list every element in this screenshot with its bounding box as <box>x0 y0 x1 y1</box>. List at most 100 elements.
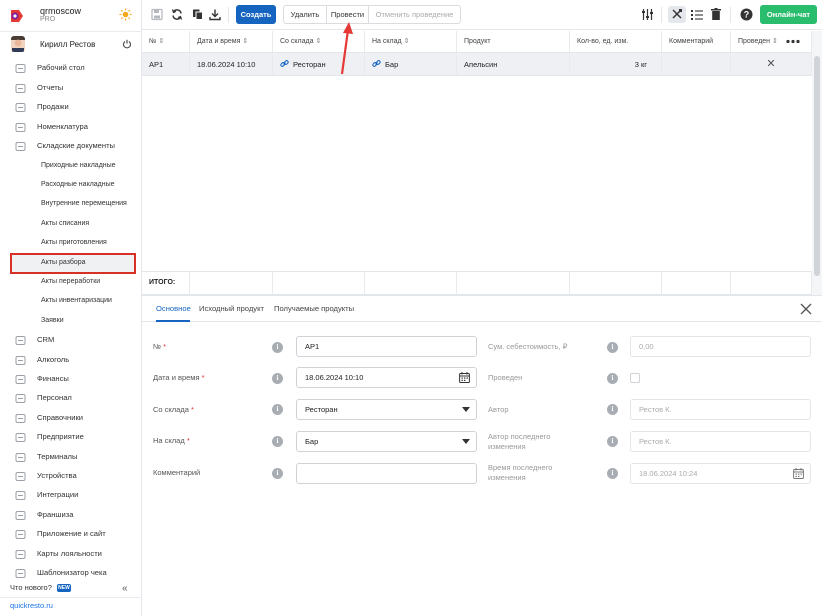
tab-source-product[interactable]: Исходный продукт <box>199 304 264 313</box>
tab-resulting-products[interactable]: Получаемые продукты <box>274 304 354 313</box>
column-header-label: Кол-во, ед. изм. <box>577 38 629 45</box>
info-icon[interactable]: i <box>272 342 283 353</box>
logo-icon <box>11 10 23 22</box>
table-cell-product[interactable]: Апельсин <box>457 53 570 76</box>
sidebar-item[interactable]: Приложение и сайт <box>0 525 142 544</box>
brand-name: qrmoscow <box>40 6 82 16</box>
from-warehouse-select[interactable]: Ресторан <box>296 399 477 420</box>
num-input[interactable]: АР1 <box>296 336 477 357</box>
save-icon[interactable] <box>151 8 163 21</box>
totals-cell <box>662 272 731 294</box>
sidebar-subitem[interactable]: Акты приготовления <box>0 234 142 253</box>
sidebar-item-label: Алкоголь <box>37 354 70 364</box>
download-icon[interactable] <box>209 8 221 21</box>
info-icon[interactable]: i <box>272 373 283 384</box>
column-header-label: На склад <box>372 38 402 45</box>
refresh-icon[interactable] <box>171 8 183 21</box>
info-icon[interactable]: i <box>272 436 283 447</box>
column-header[interactable]: На склад ⇕ <box>365 31 457 53</box>
table-cell-num[interactable]: АР1 <box>142 53 190 76</box>
sidebar-item[interactable]: Шаблонизатор чека <box>0 564 142 583</box>
sidebar-item[interactable]: Предприятие <box>0 428 142 447</box>
date-input[interactable]: 18.06.2024 10:10 <box>296 367 477 388</box>
sidebar-item[interactable]: Продажи <box>0 98 142 117</box>
totals-cell <box>457 272 570 294</box>
column-header[interactable]: Дата и время ⇕ <box>190 31 273 53</box>
table-cell-comment[interactable] <box>662 53 731 76</box>
sidebar-subitem[interactable]: Акты списания <box>0 215 142 234</box>
column-header[interactable]: Комментарий <box>662 31 731 53</box>
collapse-sidebar-icon[interactable]: « <box>122 583 128 594</box>
help-icon[interactable]: ? <box>740 8 753 21</box>
list-icon[interactable] <box>691 9 703 20</box>
power-icon[interactable] <box>122 39 132 49</box>
column-header[interactable]: Кол-во, ед. изм. <box>570 31 662 53</box>
sidebar-item[interactable]: CRM <box>0 331 142 350</box>
to-warehouse-select[interactable]: Бар <box>296 431 477 452</box>
site-link[interactable]: quickresto.ru <box>10 601 53 610</box>
sun-icon[interactable] <box>119 8 132 21</box>
info-icon[interactable]: i <box>607 468 618 479</box>
totals-cell <box>365 272 457 294</box>
sidebar-subitem-label: Акты списания <box>41 219 90 227</box>
create-button[interactable]: Создать <box>236 5 276 24</box>
info-icon[interactable]: i <box>607 373 618 384</box>
chevron-down-icon <box>462 439 470 444</box>
whats-new-link[interactable]: Что нового? <box>10 583 52 592</box>
unpost-button[interactable]: Отменить проведение <box>368 6 460 23</box>
columns-settings-icon[interactable] <box>641 8 654 21</box>
sidebar-subitem[interactable]: Акты инвентаризации <box>0 292 142 311</box>
sidebar-subitem[interactable]: Акты переработки <box>0 273 142 292</box>
sidebar-item[interactable]: Финансы <box>0 370 142 389</box>
tabs-divider <box>142 321 822 322</box>
sidebar-item[interactable]: Номенклатура <box>0 118 142 137</box>
sidebar-subitem[interactable]: Расходные накладные <box>0 176 142 195</box>
sidebar-subitem[interactable]: Внутренние перемещения <box>0 195 142 214</box>
from-value: Ресторан <box>305 405 338 414</box>
sidebar-item[interactable]: Справочники <box>0 409 142 428</box>
more-icon[interactable] <box>786 39 800 44</box>
table-cell-date[interactable]: 18.06.2024 10:10 <box>190 53 273 76</box>
info-icon[interactable]: i <box>607 404 618 415</box>
info-icon[interactable]: i <box>607 342 618 353</box>
delete-button[interactable]: Удалить <box>284 6 326 23</box>
required-mark: * <box>163 342 167 351</box>
table-cell-qty[interactable]: 3 кг <box>570 53 662 76</box>
calendar-icon[interactable] <box>459 372 470 383</box>
field-label-author: Автор <box>488 405 509 414</box>
tools-icon[interactable] <box>671 8 683 20</box>
copy-icon[interactable] <box>192 8 204 21</box>
sidebar-item[interactable]: Интеграции <box>0 486 142 505</box>
table-scrollbar-thumb[interactable] <box>814 56 820 276</box>
sidebar-item[interactable]: Карты лояльности <box>0 545 142 564</box>
sidebar-subitem[interactable]: Приходные накладные <box>0 157 142 176</box>
comment-input[interactable] <box>296 463 477 484</box>
sidebar-item[interactable]: Терминалы <box>0 448 142 467</box>
sidebar-subitem[interactable]: Акты разбора <box>10 252 136 274</box>
info-icon[interactable]: i <box>272 468 283 479</box>
table-cell-to[interactable]: Бар <box>365 53 457 76</box>
table-cell-posted[interactable]: ✕ <box>731 53 812 76</box>
column-header[interactable]: Продукт <box>457 31 570 53</box>
sidebar-item[interactable]: Алкоголь <box>0 351 142 370</box>
info-icon[interactable]: i <box>272 404 283 415</box>
sidebar-item[interactable]: Складские документы <box>0 137 142 156</box>
brand-block[interactable]: qrmoscow PRO <box>0 0 142 30</box>
column-header[interactable]: № ⇕ <box>142 31 190 53</box>
warehouse-icon <box>15 142 26 151</box>
sidebar-subitem-label: Расходные накладные <box>41 180 115 188</box>
info-icon[interactable]: i <box>607 436 618 447</box>
close-icon[interactable] <box>800 303 812 315</box>
sidebar-item[interactable]: Франшиза <box>0 506 142 525</box>
online-chat-button[interactable]: Онлайн-чат <box>760 5 817 24</box>
sidebar-item[interactable]: Устройства <box>0 467 142 486</box>
user-block[interactable]: Кирилл Рестов <box>0 34 142 56</box>
posted-checkbox[interactable] <box>630 373 640 383</box>
sidebar-subitem[interactable]: Заявки <box>0 312 142 331</box>
sidebar-item[interactable]: Рабочий стол <box>0 59 142 78</box>
sidebar-item[interactable]: Отчеты <box>0 79 142 98</box>
sort-icon: ⇕ <box>772 38 778 45</box>
trash-icon[interactable] <box>711 8 721 20</box>
sidebar-item[interactable]: Персонал <box>0 389 142 408</box>
tab-main[interactable]: Основное <box>156 304 191 313</box>
